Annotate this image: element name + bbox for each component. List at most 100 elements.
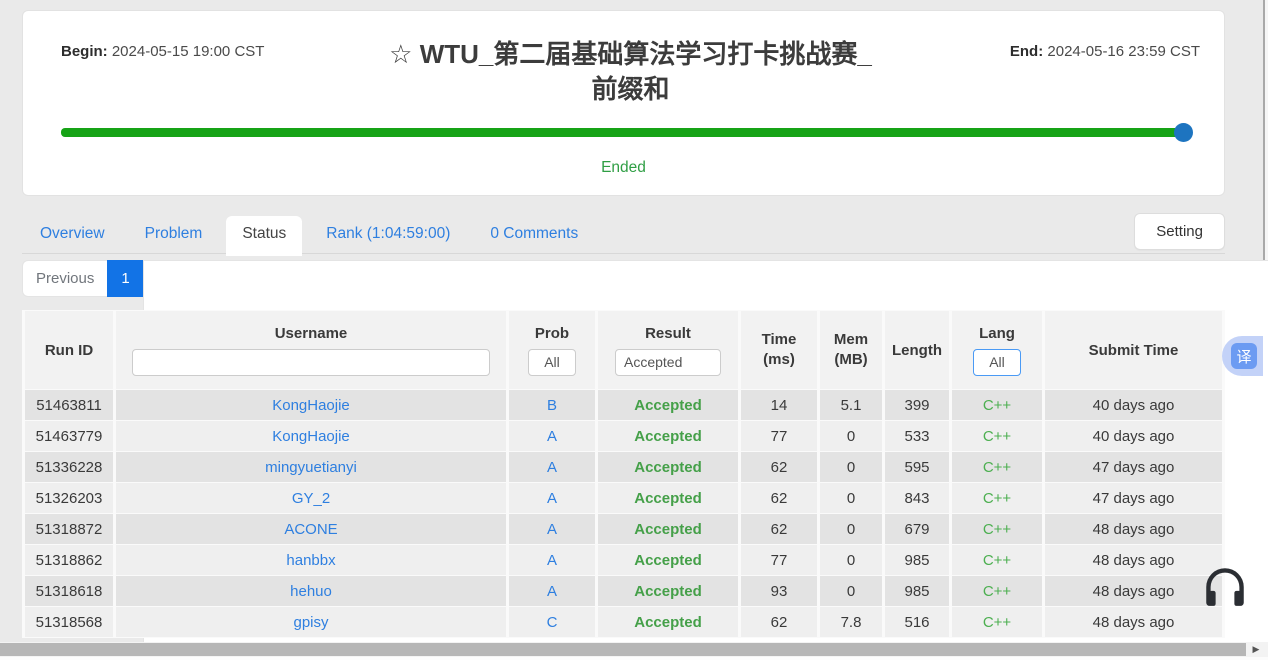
cell-run_id: 51326203 [25,483,113,513]
cell-run_id: 51318872 [25,514,113,544]
cell-mem: 0 [820,545,882,575]
cell-username[interactable]: hanbbx [116,545,506,575]
contest-status-text: Ended [23,159,1224,177]
begin-label: Begin: [61,43,108,60]
cell-submit: 48 days ago [1045,514,1222,544]
cell-length: 399 [885,390,949,420]
column-label-result: Result [598,325,738,342]
begin-value: 2024-05-15 19:00 CST [112,43,265,60]
cell-result: Accepted [598,607,738,637]
cell-username[interactable]: mingyuetianyi [116,452,506,482]
page-item-1[interactable]: 1 [107,260,143,297]
cell-submit: 40 days ago [1045,421,1222,451]
cell-run_id: 51318568 [25,607,113,637]
contest-title: ☆ WTU_第二届基础算法学习打卡挑战赛_ 前缀和 [389,37,872,107]
cell-mem: 0 [820,576,882,606]
pagination: Previous12345...Next [22,260,1268,297]
column-label-mem: Mem (MB) [820,330,882,371]
cell-submit: 47 days ago [1045,452,1222,482]
table-row: 51326203GY_2AAccepted620843C++47 days ag… [25,483,1222,513]
cell-submit: 48 days ago [1045,607,1222,637]
cell-prob[interactable]: C [509,607,595,637]
contest-status-page: Begin: 2024-05-15 19:00 CST ☆ WTU_第二届基础算… [0,0,1268,660]
column-time: Time (ms) [741,311,817,389]
cell-username[interactable]: GY_2 [116,483,506,513]
column-label-submit: Submit Time [1045,342,1222,359]
tab-rank[interactable]: Rank (1:04:59:00) [310,216,466,253]
cell-username[interactable]: KongHaojie [116,421,506,451]
cell-time: 93 [741,576,817,606]
translate-button[interactable]: 译 [1222,336,1263,376]
cell-length: 985 [885,545,949,575]
cell-mem: 0 [820,452,882,482]
prob-filter-input[interactable] [528,349,576,376]
cell-username[interactable]: gpisy [116,607,506,637]
cell-lang: C++ [952,514,1042,544]
headphones-icon[interactable] [1200,563,1250,613]
column-label-run_id: Run ID [25,342,113,359]
scrollbar-right-arrow-icon[interactable]: ▶ [1249,642,1263,657]
cell-prob[interactable]: A [509,514,595,544]
contest-progress-bar [61,128,1188,137]
cell-result: Accepted [598,483,738,513]
cell-username[interactable]: ACONE [116,514,506,544]
submissions-table: Run IDUsernameProbResultTime (ms)Mem (MB… [22,310,1225,638]
cell-submit: 48 days ago [1045,545,1222,575]
cell-result: Accepted [598,390,738,420]
column-mem: Mem (MB) [820,311,882,389]
table-row: 51336228mingyuetianyiAAccepted620595C++4… [25,452,1222,482]
cell-length: 533 [885,421,949,451]
lang-filter-input[interactable] [973,349,1021,376]
cell-length: 985 [885,576,949,606]
cell-mem: 0 [820,483,882,513]
contest-begin-time: Begin: 2024-05-15 19:00 CST [61,37,389,60]
cell-submit: 47 days ago [1045,483,1222,513]
cell-length: 595 [885,452,949,482]
tab-problem[interactable]: Problem [129,216,219,253]
column-submit: Submit Time [1045,311,1222,389]
tab-status[interactable]: Status [226,216,302,256]
cell-username[interactable]: hehuo [116,576,506,606]
cell-prob[interactable]: A [509,576,595,606]
cell-time: 62 [741,483,817,513]
cell-time: 62 [741,452,817,482]
cell-length: 679 [885,514,949,544]
table-row: 51318568gpisyCAccepted627.8516C++48 days… [25,607,1222,637]
table-row: 51318872ACONEAAccepted620679C++48 days a… [25,514,1222,544]
tab-overview[interactable]: Overview [24,216,121,253]
page-item-previous: Previous [22,260,108,297]
contest-title-line2: 前缀和 [389,72,872,107]
result-filter-input[interactable] [615,349,721,376]
cell-prob[interactable]: A [509,421,595,451]
horizontal-scrollbar[interactable]: ▶ [0,642,1268,657]
column-label-length: Length [885,342,949,359]
contest-progress-handle[interactable] [1174,123,1193,142]
table-row: 51463779KongHaojieAAccepted770533C++40 d… [25,421,1222,451]
cell-result: Accepted [598,514,738,544]
tab-comments[interactable]: 0 Comments [474,216,594,253]
cell-prob[interactable]: A [509,545,595,575]
username-filter-input[interactable] [132,349,491,376]
column-prob: Prob [509,311,595,389]
cell-run_id: 51318862 [25,545,113,575]
translate-icon: 译 [1231,343,1257,369]
setting-button[interactable]: Setting [1134,213,1225,250]
column-run_id: Run ID [25,311,113,389]
cell-lang: C++ [952,421,1042,451]
column-label-prob: Prob [509,325,595,342]
controls-row: Previous12345...Next Filter Reset [22,260,1268,297]
cell-result: Accepted [598,545,738,575]
cell-result: Accepted [598,421,738,451]
cell-lang: C++ [952,607,1042,637]
cell-username[interactable]: KongHaojie [116,390,506,420]
table-row: 51318862hanbbxAAccepted770985C++48 days … [25,545,1222,575]
cell-time: 62 [741,514,817,544]
cell-prob[interactable]: A [509,452,595,482]
cell-prob[interactable]: A [509,483,595,513]
cell-mem: 7.8 [820,607,882,637]
scrollbar-thumb[interactable] [0,643,1246,656]
cell-prob[interactable]: B [509,390,595,420]
cell-lang: C++ [952,483,1042,513]
column-label-lang: Lang [952,325,1042,342]
cell-lang: C++ [952,576,1042,606]
